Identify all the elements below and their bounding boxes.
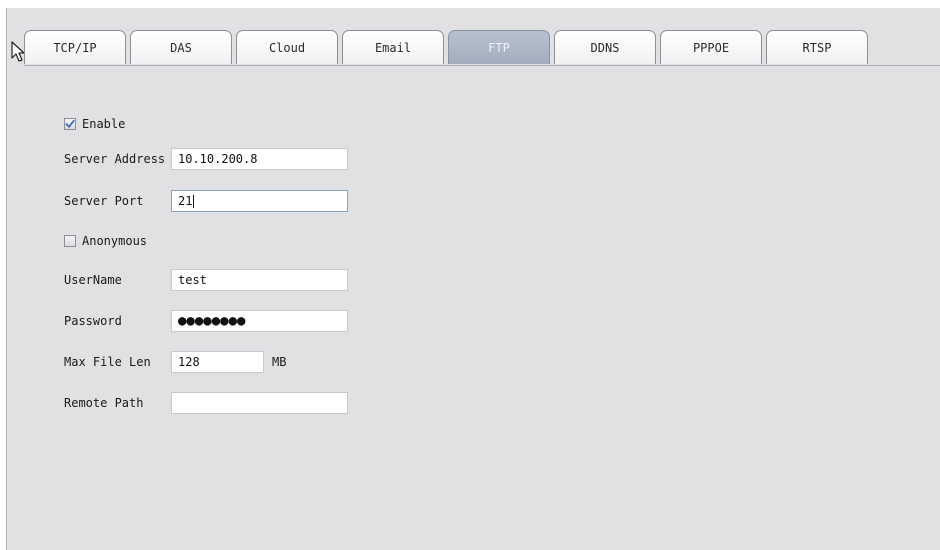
server-port-value: 21 — [178, 194, 193, 208]
server-address-input[interactable]: 10.10.200.8 — [171, 148, 348, 170]
max-file-len-row: Max File Len — [64, 351, 151, 373]
enable-row: Enable — [64, 113, 125, 135]
enable-label: Enable — [82, 117, 126, 131]
tab-cloud[interactable]: Cloud — [236, 30, 338, 64]
password-input[interactable]: ●●●●●●●● — [171, 310, 348, 332]
anonymous-checkbox[interactable] — [64, 235, 76, 247]
max-file-len-unit: MB — [272, 355, 287, 369]
password-label: Password — [64, 314, 122, 328]
tab-ddns[interactable]: DDNS — [554, 30, 656, 64]
tab-label: RTSP — [802, 40, 832, 55]
username-label: UserName — [64, 273, 122, 287]
tab-label: DAS — [170, 40, 192, 55]
tab-label: FTP — [488, 40, 510, 55]
username-input[interactable]: test — [171, 269, 348, 291]
tab-rtsp[interactable]: RTSP — [766, 30, 868, 64]
ftp-settings-window: TCP/IP DAS Cloud Email FTP DDNS PPPOE RT… — [6, 8, 940, 550]
password-masked-value: ●●●●●●●● — [178, 313, 246, 329]
server-address-row: Server Address — [64, 148, 165, 170]
tab-pppoe[interactable]: PPPOE — [660, 30, 762, 64]
tab-label: PPPOE — [692, 40, 730, 55]
max-file-len-label: Max File Len — [64, 355, 151, 369]
server-port-label: Server Port — [64, 194, 144, 208]
username-row: UserName — [64, 269, 122, 291]
tab-tcp-ip[interactable]: TCP/IP — [24, 30, 126, 64]
tab-bar: TCP/IP DAS Cloud Email FTP DDNS PPPOE RT… — [24, 30, 940, 66]
server-address-value: 10.10.200.8 — [178, 152, 258, 166]
remote-path-label: Remote Path — [64, 396, 144, 410]
max-file-len-value: 128 — [178, 355, 200, 369]
anonymous-row: Anonymous — [64, 230, 147, 252]
password-row: Password — [64, 310, 122, 332]
text-caret — [193, 194, 195, 208]
tab-label: Cloud — [268, 40, 306, 55]
tab-das[interactable]: DAS — [130, 30, 232, 64]
server-address-label: Server Address — [64, 152, 166, 166]
username-value: test — [178, 273, 207, 287]
checkmark-icon — [65, 119, 75, 128]
tab-label: TCP/IP — [53, 40, 97, 55]
max-file-len-input[interactable]: 128 — [171, 351, 264, 373]
server-port-row: Server Port — [64, 190, 143, 212]
tab-bar-divider — [24, 65, 940, 66]
tab-email[interactable]: Email — [342, 30, 444, 64]
remote-path-row: Remote Path — [64, 392, 143, 414]
enable-checkbox[interactable] — [64, 118, 76, 130]
tab-label: DDNS — [590, 40, 620, 55]
tab-ftp[interactable]: FTP — [448, 30, 550, 64]
remote-path-input[interactable] — [171, 392, 348, 414]
tab-label: Email — [374, 40, 412, 55]
anonymous-label: Anonymous — [82, 234, 148, 248]
max-file-len-unit-row: MB — [272, 351, 286, 373]
server-port-input[interactable]: 21 — [171, 190, 348, 212]
